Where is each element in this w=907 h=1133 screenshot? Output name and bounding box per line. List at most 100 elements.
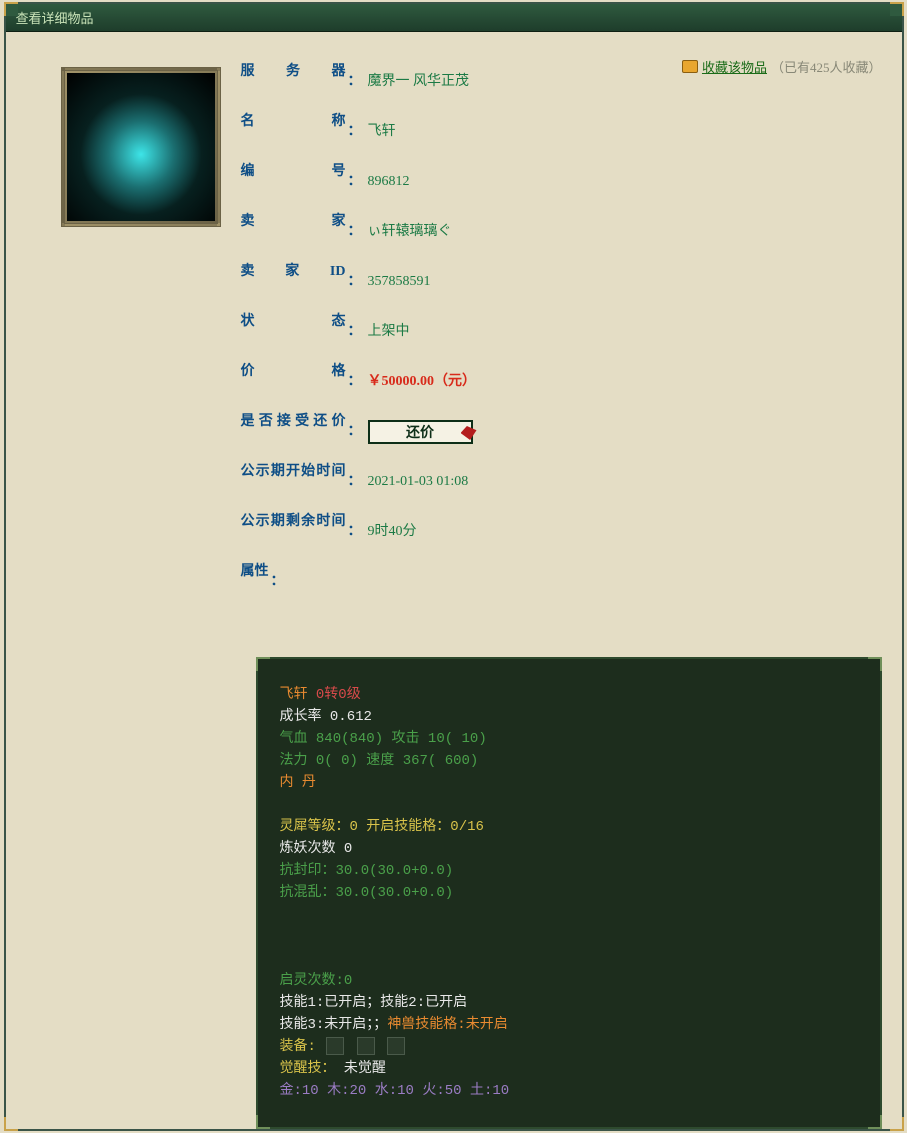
spacer <box>280 948 858 970</box>
stat-rank: 0转0级 <box>316 687 361 703</box>
spacer <box>280 926 858 948</box>
stat-awaken-value: 未觉醒 <box>344 1061 386 1077</box>
label-price: 价格 <box>241 362 346 402</box>
content-area: 收藏该物品 （已有425人收藏） 服务器 ： 魔界一 风华正茂 名称 ： 飞轩 … <box>6 32 902 652</box>
corner-decoration <box>4 1117 18 1131</box>
window-title: 查看详细物品 <box>16 8 94 27</box>
label-attr: 属性 <box>241 562 269 602</box>
stat-skill-line1: 技能1:已开启；技能2:已开启 <box>280 992 858 1014</box>
titlebar: 查看详细物品 <box>6 4 902 32</box>
equip-slot <box>387 1037 405 1055</box>
corner-decoration <box>868 657 882 671</box>
stat-mp-line: 法力 0( 0) 速度 367( 600) <box>280 750 858 772</box>
colon: ： <box>346 372 368 392</box>
stat-skill-line2: 技能3:未开启；；神兽技能格:未开启 <box>280 1014 858 1036</box>
stat-growth-label: 成长率 <box>280 709 322 725</box>
colon: ： <box>346 322 368 342</box>
info-block: 收藏该物品 （已有425人收藏） 服务器 ： 魔界一 风华正茂 名称 ： 飞轩 … <box>241 57 882 607</box>
corner-decoration <box>256 657 270 671</box>
value-seller: ぃ轩辕璃璃ぐ <box>368 222 452 242</box>
colon: ： <box>346 422 368 442</box>
colon: ： <box>346 222 368 242</box>
stat-awaken-line: 觉醒技： 未觉醒 <box>280 1058 858 1080</box>
value-status: 上架中 <box>368 322 410 342</box>
colon: ： <box>346 72 368 92</box>
info-row-seller-id: 卖家ID ： 357858591 <box>241 257 882 307</box>
value-price: ￥50000.00（元） <box>368 372 477 392</box>
item-portrait <box>67 73 215 221</box>
label-pub-remain: 公示期剩余时间 <box>241 512 346 552</box>
value-pub-start: 2021-01-03 01:08 <box>368 472 469 492</box>
portrait-frame <box>61 67 221 227</box>
stat-hp-line: 气血 840(840) 攻击 10( 10) <box>280 728 858 750</box>
value-id: 896812 <box>368 172 410 192</box>
stat-kangfeng-line: 抗封印：30.0(30.0+0.0) <box>280 860 858 882</box>
bargain-button-label: 还价 <box>406 422 434 442</box>
corner-decoration <box>4 2 18 16</box>
stat-growth-line: 成长率 0.612 <box>280 706 858 728</box>
elem-huo: 火:50 <box>422 1083 461 1099</box>
stat-lingxi-line: 灵犀等级：0 开启技能格：0/16 <box>280 816 858 838</box>
spacer <box>280 794 858 816</box>
corner-decoration <box>256 1115 270 1129</box>
leaf-icon <box>461 426 477 440</box>
info-row-seller: 卖家 ： ぃ轩辕璃璃ぐ <box>241 207 882 257</box>
stat-equip-line: 装备: <box>280 1036 858 1058</box>
label-pub-start: 公示期开始时间 <box>241 462 346 502</box>
stats-panel: 飞轩 0转0级 成长率 0.612 气血 840(840) 攻击 10( 10)… <box>256 657 882 1129</box>
value-seller-id: 357858591 <box>368 272 431 292</box>
folder-icon <box>682 60 698 73</box>
stat-awaken-label: 觉醒技： <box>280 1061 336 1077</box>
value-name: 飞轩 <box>368 122 396 142</box>
corner-decoration <box>890 2 904 16</box>
equip-slot <box>357 1037 375 1055</box>
elem-shui: 水:10 <box>375 1083 414 1099</box>
favorite-link[interactable]: 收藏该物品 <box>702 57 767 76</box>
value-server: 魔界一 风华正茂 <box>368 72 470 92</box>
stat-skill-line2b: 神兽技能格:未开启 <box>387 1017 507 1033</box>
favorite-count: （已有425人收藏） <box>771 57 882 76</box>
stat-name: 飞轩 <box>280 687 308 703</box>
elem-mu: 木:20 <box>327 1083 366 1099</box>
stat-equip-label: 装备: <box>280 1039 316 1055</box>
stat-neidan: 内 丹 <box>280 772 858 794</box>
item-detail-window: 查看详细物品 收藏该物品 （已有425人收藏） 服务器 ： 魔界一 风华正茂 名… <box>4 2 904 1131</box>
corner-decoration <box>890 1117 904 1131</box>
info-row-price: 价格 ： ￥50000.00（元） <box>241 357 882 407</box>
colon: ： <box>346 522 368 542</box>
label-server: 服务器 <box>241 62 346 102</box>
stat-growth-value: 0.612 <box>330 709 372 725</box>
elem-jin: 金:10 <box>280 1083 319 1099</box>
equip-slot <box>326 1037 344 1055</box>
label-seller-id: 卖家ID <box>241 262 346 302</box>
label-bargain: 是否接受还价 <box>241 412 346 452</box>
corner-decoration <box>868 1115 882 1129</box>
colon: ： <box>346 272 368 292</box>
colon: ： <box>269 572 291 592</box>
stat-kanghun-line: 抗混乱：30.0(30.0+0.0) <box>280 882 858 904</box>
stat-elements-line: 金:10 木:20 水:10 火:50 土:10 <box>280 1080 858 1102</box>
stat-lianyao-line: 炼妖次数 0 <box>280 838 858 860</box>
colon: ： <box>346 172 368 192</box>
info-row-pub-remain: 公示期剩余时间 ： 9时40分 <box>241 507 882 557</box>
info-row-status: 状态 ： 上架中 <box>241 307 882 357</box>
bargain-button[interactable]: 还价 <box>368 420 473 444</box>
label-status: 状态 <box>241 312 346 352</box>
info-row-name: 名称 ： 飞轩 <box>241 107 882 157</box>
colon: ： <box>346 122 368 142</box>
elem-tu: 土:10 <box>470 1083 509 1099</box>
info-row-id: 编号 ： 896812 <box>241 157 882 207</box>
label-seller: 卖家 <box>241 212 346 252</box>
stat-qiling-line: 启灵次数:0 <box>280 970 858 992</box>
stat-name-line: 飞轩 0转0级 <box>280 684 858 706</box>
colon: ： <box>346 472 368 492</box>
stat-skill-line2a: 技能3:未开启；； <box>280 1017 388 1033</box>
label-id: 编号 <box>241 162 346 202</box>
info-row-attr: 属性 ： <box>241 557 882 607</box>
favorite-area: 收藏该物品 （已有425人收藏） <box>682 57 882 76</box>
spacer <box>280 904 858 926</box>
info-row-pub-start: 公示期开始时间 ： 2021-01-03 01:08 <box>241 457 882 507</box>
label-name: 名称 <box>241 112 346 152</box>
value-pub-remain: 9时40分 <box>368 522 417 542</box>
info-row-bargain: 是否接受还价 ： 还价 <box>241 407 882 457</box>
